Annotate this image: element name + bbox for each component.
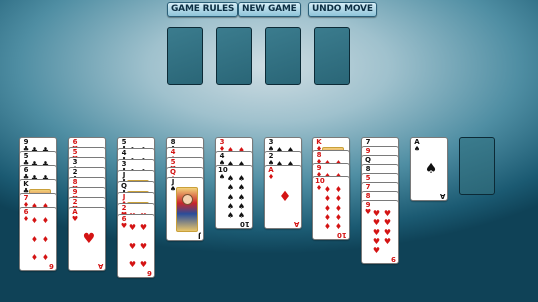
card-rank-bottom: 10 bbox=[240, 220, 250, 228]
playing-card[interactable]: A ♦ ♦ A bbox=[264, 165, 302, 229]
foundation-slot[interactable] bbox=[314, 27, 350, 85]
card-rank-bottom: A bbox=[97, 262, 103, 270]
card-pips: ♥♥♥♥♥♥♥♥♥ bbox=[372, 209, 392, 255]
playing-card[interactable]: J ♠ J bbox=[166, 177, 204, 241]
playing-card[interactable]: 10 ♦ ♦ ♦ ♦ ♦ ♦ ♦ ♦ ♦ ♦ ♦ 10 bbox=[312, 176, 350, 240]
card-rank-bottom: 6 bbox=[147, 269, 152, 277]
card-pips: ♦ bbox=[278, 189, 292, 205]
card-pips: ♦ ♦ ♦ ♦ ♦ ♦ ♦ ♦ ♦ ♦ bbox=[323, 185, 343, 231]
playing-card[interactable]: A ♥ ♥ A bbox=[68, 207, 106, 271]
waste-slot[interactable] bbox=[459, 137, 495, 195]
foundation-slot[interactable] bbox=[265, 27, 301, 85]
card-pips: ♦ ♦ ♦ ♦ ♦ ♦ bbox=[30, 216, 50, 262]
playing-card[interactable]: A ♠ ♠ A bbox=[410, 137, 448, 201]
card-rank-bottom: 9 bbox=[391, 255, 396, 263]
playing-card[interactable]: 9♥♥♥♥♥♥♥♥♥♥9 bbox=[361, 200, 399, 264]
game-board: GAME RULES NEW GAME UNDO MOVE 9♣♣♣♣♣♣♣♣♣… bbox=[0, 0, 538, 302]
card-rank-bottom: A bbox=[439, 192, 445, 200]
card-rank-bottom: 10 bbox=[337, 231, 347, 239]
card-rank-bottom: A bbox=[293, 220, 299, 228]
card-pips: ♠ ♠ ♠ ♠ ♠ ♠ ♠ ♠ ♠ ♠ bbox=[226, 174, 246, 220]
face-card-figure bbox=[176, 187, 198, 232]
card-pips: ♠ bbox=[424, 161, 438, 177]
playing-card[interactable]: 10 ♠ ♠ ♠ ♠ ♠ ♠ ♠ ♠ ♠ ♠ ♠ 10 bbox=[215, 165, 253, 229]
undo-move-button[interactable]: UNDO MOVE bbox=[308, 2, 377, 17]
new-game-button[interactable]: NEW GAME bbox=[238, 2, 301, 17]
playing-card[interactable]: 6♥♥♥♥♥♥♥6 bbox=[117, 214, 155, 278]
card-rank-bottom: J bbox=[198, 232, 201, 240]
card-rank-bottom: 6 bbox=[49, 262, 54, 270]
playing-card[interactable]: 6 ♦ ♦ ♦ ♦ ♦ ♦ ♦ 6 bbox=[19, 207, 57, 271]
foundation-slot[interactable] bbox=[216, 27, 252, 85]
game-rules-button[interactable]: GAME RULES bbox=[167, 2, 239, 17]
foundation-slot[interactable] bbox=[167, 27, 203, 85]
card-pips: ♥ bbox=[82, 231, 96, 247]
card-pips: ♥♥♥♥♥♥ bbox=[128, 223, 148, 269]
